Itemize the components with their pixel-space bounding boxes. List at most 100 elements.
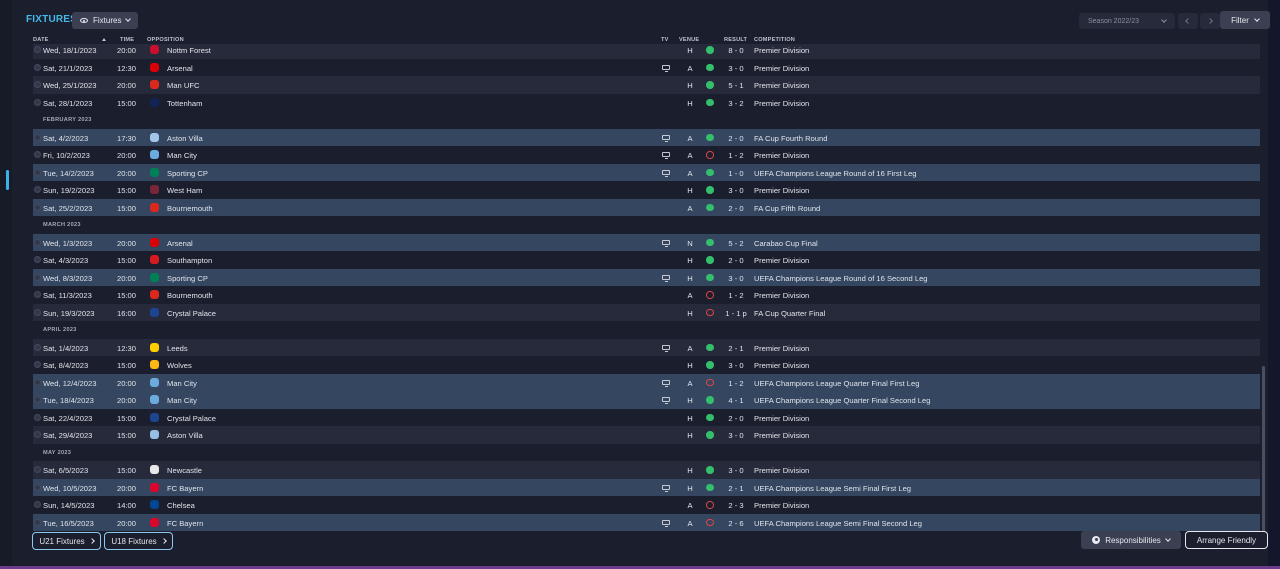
- competition-name[interactable]: UEFA Champions League Quarter Final Firs…: [754, 379, 919, 388]
- table-row[interactable]: Tue, 16/5/2023 20:00 FC Bayern A 2 - 6 UEFA C…: [33, 513, 1260, 531]
- table-row[interactable]: Wed, 10/5/2023 20:00 FC Bayern H 2 - 1 UEFA C…: [33, 478, 1260, 496]
- match-status-icon: [34, 291, 41, 298]
- competition-name[interactable]: Premier Division: [754, 466, 809, 475]
- competition-name[interactable]: Premier Division: [754, 501, 809, 510]
- opposition-name[interactable]: Chelsea: [167, 501, 195, 510]
- table-row[interactable]: Sat, 28/1/2023 15:00 Tottenham H 3 - 2 Premie…: [33, 94, 1260, 112]
- match-date: Sat, 22/4/2023: [43, 413, 93, 423]
- table-row[interactable]: Sat, 4/2/2023 17:30 Aston Villa A 2 - 0 FA Cu…: [33, 128, 1260, 146]
- opposition-name[interactable]: Nottm Forest: [167, 46, 211, 55]
- table-row[interactable]: Fri, 10/2/2023 20:00 Man City A 1 - 2 Premier…: [33, 146, 1260, 164]
- table-row[interactable]: Wed, 18/1/2023 20:00 Nottm Forest H 8 - 0 Pre…: [33, 44, 1260, 59]
- loss-indicator-icon: [706, 308, 714, 316]
- table-row[interactable]: Sat, 22/4/2023 15:00 Crystal Palace H 2 - 0 P…: [33, 409, 1260, 427]
- competition-name[interactable]: FA Cup Fifth Round: [754, 204, 820, 213]
- opposition-name[interactable]: Crystal Palace: [167, 414, 216, 423]
- col-date[interactable]: DATE: [33, 37, 49, 43]
- opposition-name[interactable]: Newcastle: [167, 466, 202, 475]
- opposition-name[interactable]: Arsenal: [167, 239, 193, 248]
- table-row[interactable]: Tue, 14/2/2023 20:00 Sporting CP A 1 - 0 UEFA…: [33, 163, 1260, 181]
- scrollbar[interactable]: [1262, 366, 1265, 532]
- table-row[interactable]: Sat, 6/5/2023 15:00 Newcastle H 3 - 0 Premier…: [33, 461, 1260, 479]
- opposition-name[interactable]: Man City: [167, 151, 197, 160]
- opposition-name[interactable]: Aston Villa: [167, 431, 203, 440]
- competition-name[interactable]: FA Cup Fourth Round: [754, 134, 827, 143]
- filter-button[interactable]: Filter: [1220, 11, 1270, 29]
- competition-name[interactable]: Premier Division: [754, 414, 809, 423]
- table-row[interactable]: Sat, 25/2/2023 15:00 Bournemouth A 2 - 0 FA C…: [33, 198, 1260, 216]
- table-row[interactable]: Sat, 21/1/2023 12:30 Arsenal A 3 - 0 Premier …: [33, 59, 1260, 77]
- opposition-name[interactable]: Arsenal: [167, 64, 193, 73]
- table-row[interactable]: Sat, 4/3/2023 15:00 Southampton H 2 - 0 Premi…: [33, 251, 1260, 269]
- opposition-name[interactable]: FC Bayern: [167, 484, 203, 493]
- opposition-name[interactable]: Sporting CP: [167, 274, 208, 283]
- match-score: 3 - 0: [728, 361, 744, 370]
- arrange-friendly-button[interactable]: Arrange Friendly: [1185, 531, 1268, 549]
- venue: A: [687, 343, 693, 353]
- club-crest-icon: [150, 360, 159, 369]
- table-row[interactable]: Sat, 11/3/2023 15:00 Bournemouth A 1 - 2 Prem…: [33, 286, 1260, 304]
- opposition-name[interactable]: Man UFC: [167, 81, 200, 90]
- table-row[interactable]: Wed, 8/3/2023 20:00 Sporting CP H 3 - 0 UEFA …: [33, 268, 1260, 286]
- club-crest-icon: [150, 255, 159, 264]
- season-selector[interactable]: Season 2022/23: [1079, 13, 1175, 29]
- competition-name[interactable]: UEFA Champions League Semi Final First L…: [754, 484, 911, 493]
- competition-name[interactable]: Premier Division: [754, 99, 809, 108]
- competition-name[interactable]: Premier Division: [754, 81, 809, 90]
- col-opposition[interactable]: OPPOSITION: [147, 37, 184, 43]
- chevron-right-icon: [88, 538, 95, 544]
- table-row[interactable]: Sat, 8/4/2023 15:00 Wolves H 3 - 0 Premier Di…: [33, 356, 1260, 374]
- competition-name[interactable]: Premier Division: [754, 431, 809, 440]
- opposition-name[interactable]: Man City: [167, 396, 197, 405]
- next-season-button[interactable]: [1200, 13, 1220, 29]
- table-row[interactable]: Wed, 1/3/2023 20:00 Arsenal N 5 - 2 Carabao C…: [33, 233, 1260, 251]
- competition-name[interactable]: UEFA Champions League Semi Final Second …: [754, 519, 922, 528]
- previous-season-button[interactable]: [1178, 13, 1198, 29]
- opposition-name[interactable]: Bournemouth: [167, 291, 213, 300]
- competition-name[interactable]: UEFA Champions League Round of 16 First …: [754, 169, 917, 178]
- competition-name[interactable]: Premier Division: [754, 64, 809, 73]
- u21-fixtures-button[interactable]: U21 Fixtures: [32, 532, 101, 550]
- competition-name[interactable]: UEFA Champions League Round of 16 Second…: [754, 274, 928, 283]
- opposition-name[interactable]: Tottenham: [167, 99, 202, 108]
- opposition-name[interactable]: Man City: [167, 379, 197, 388]
- responsibilities-button[interactable]: Responsibilities: [1081, 531, 1181, 549]
- competition-name[interactable]: Premier Division: [754, 186, 809, 195]
- view-dropdown[interactable]: Fixtures: [72, 12, 139, 29]
- opposition-name[interactable]: Aston Villa: [167, 134, 203, 143]
- opposition-name[interactable]: Wolves: [167, 361, 192, 370]
- col-competition[interactable]: COMPETITION: [754, 37, 795, 43]
- opposition-name[interactable]: West Ham: [167, 186, 202, 195]
- table-row[interactable]: Sat, 1/4/2023 12:30 Leeds A 2 - 1 Premier Div…: [33, 338, 1260, 356]
- competition-name[interactable]: FA Cup Quarter Final: [754, 309, 825, 318]
- u18-fixtures-button[interactable]: U18 Fixtures: [104, 532, 173, 550]
- table-row[interactable]: Sun, 14/5/2023 14:00 Chelsea A 2 - 3 Premier …: [33, 496, 1260, 514]
- competition-name[interactable]: Premier Division: [754, 361, 809, 370]
- table-row[interactable]: Wed, 12/4/2023 20:00 Man City A 1 - 2 UEFA Ch…: [33, 373, 1260, 391]
- opposition-name[interactable]: Crystal Palace: [167, 309, 216, 318]
- opposition-name[interactable]: Southampton: [167, 256, 212, 265]
- col-venue[interactable]: VENUE: [679, 37, 699, 43]
- loss-indicator-icon: [706, 151, 714, 159]
- competition-name[interactable]: Premier Division: [754, 291, 809, 300]
- table-row[interactable]: Wed, 25/1/2023 20:00 Man UFC H 5 - 1 Premier …: [33, 76, 1260, 94]
- competition-name[interactable]: Premier Division: [754, 344, 809, 353]
- competition-name[interactable]: Carabao Cup Final: [754, 239, 818, 248]
- opposition-name[interactable]: Sporting CP: [167, 169, 208, 178]
- table-row[interactable]: Sun, 19/2/2023 15:00 West Ham H 3 - 0 Premier…: [33, 181, 1260, 199]
- table-row[interactable]: Sat, 29/4/2023 15:00 Aston Villa H 3 - 0 Prem…: [33, 426, 1260, 444]
- opposition-name[interactable]: FC Bayern: [167, 519, 203, 528]
- competition-name[interactable]: Premier Division: [754, 256, 809, 265]
- match-time: 12:30: [117, 63, 137, 73]
- table-row[interactable]: Tue, 18/4/2023 20:00 Man City H 4 - 1 UEFA Ch…: [33, 391, 1260, 409]
- competition-name[interactable]: Premier Division: [754, 46, 809, 55]
- competition-name[interactable]: Premier Division: [754, 151, 809, 160]
- table-row[interactable]: Sun, 19/3/2023 16:00 Crystal Palace H 1 - 1 …: [33, 303, 1260, 321]
- opposition-name[interactable]: Bournemouth: [167, 204, 213, 213]
- col-time[interactable]: TIME: [120, 37, 134, 43]
- col-result[interactable]: RESULT: [724, 37, 747, 43]
- col-tv[interactable]: TV: [661, 37, 669, 43]
- fixtures-screen: FIXTURES Fixtures Season 2022/23 Filter …: [0, 0, 1280, 569]
- opposition-name[interactable]: Leeds: [167, 344, 188, 353]
- competition-name[interactable]: UEFA Champions League Quarter Final Seco…: [754, 396, 930, 405]
